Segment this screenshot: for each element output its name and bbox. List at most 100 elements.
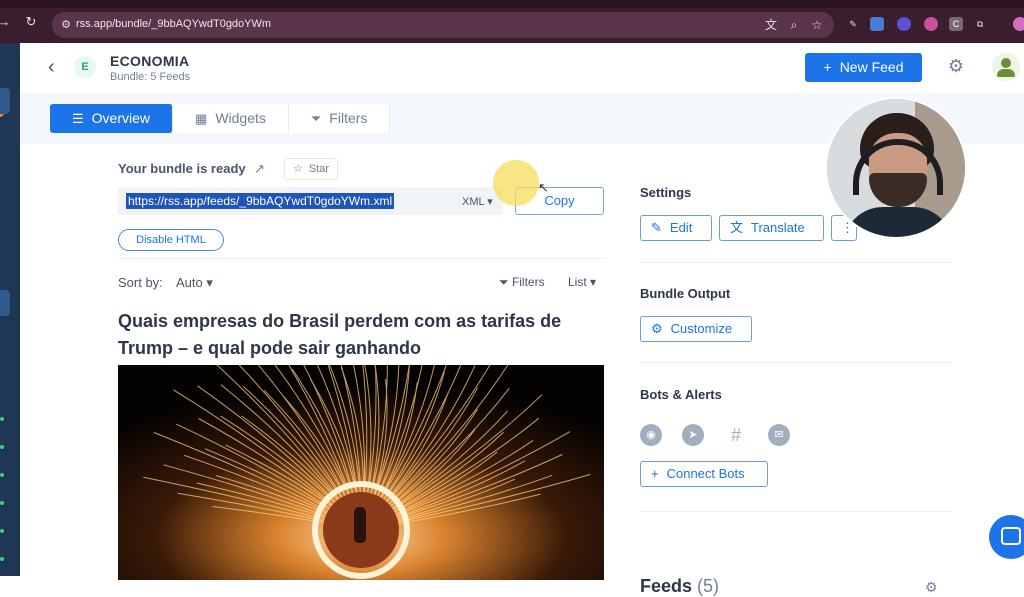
divider: [118, 258, 606, 259]
steel-wool-photo: [118, 365, 604, 580]
customize-button[interactable]: ⚙ Customize: [640, 316, 752, 342]
tab-widgets[interactable]: ▦ Widgets: [173, 104, 289, 133]
email-icon[interactable]: ✉: [768, 424, 790, 446]
mouse-cursor-icon: ↖: [538, 180, 549, 195]
translate-label: Translate: [751, 220, 805, 235]
star-icon: ☆: [293, 163, 303, 175]
bookmark-star-icon[interactable]: ☆: [809, 17, 825, 33]
star-button[interactable]: ☆ Star: [284, 158, 338, 180]
feed-url-field[interactable]: https://rss.app/feeds/_9bbAQYwdT0gdoYWm.…: [118, 187, 503, 215]
feeds-count: (5): [697, 576, 720, 596]
pen-extension-icon[interactable]: ✎: [846, 17, 860, 31]
page-title: ECONOMIA: [110, 53, 190, 69]
status-dot: [0, 417, 4, 421]
sort-select[interactable]: Auto ▾: [176, 275, 213, 291]
sort-value: Auto: [176, 275, 203, 290]
star-label: Star: [308, 163, 330, 175]
translate-icon: 文: [730, 220, 744, 235]
funnel-icon: ⏷: [310, 111, 322, 126]
connect-bots-label: Connect Bots: [666, 466, 745, 481]
extension-icon[interactable]: [897, 17, 911, 31]
edit-label: Edit: [669, 220, 693, 235]
browser-tab-strip: [0, 0, 1024, 8]
tab-label: Widgets: [215, 110, 266, 126]
bundle-badge: E: [74, 56, 96, 78]
funnel-icon: ⏷: [499, 275, 512, 289]
back-icon[interactable]: →: [0, 14, 12, 30]
chevron-left-icon[interactable]: ‹: [48, 57, 64, 77]
settings-title: Settings: [640, 185, 692, 200]
feeds-title: Feeds (5): [640, 576, 719, 597]
view-select[interactable]: List ▾: [568, 275, 596, 289]
chat-bubble-button[interactable]: [989, 515, 1024, 559]
avatar-head: [1001, 58, 1011, 68]
divider: [640, 262, 952, 263]
slack-icon[interactable]: #: [725, 424, 747, 446]
tab-filters[interactable]: ⏷ Filters: [289, 104, 391, 133]
bots-alerts-title: Bots & Alerts: [640, 387, 722, 402]
pencil-icon: ✎: [651, 220, 662, 235]
translate-button[interactable]: 文 Translate: [719, 215, 824, 241]
filters-label: Filters: [511, 275, 545, 289]
format-select[interactable]: XML ▾: [462, 195, 493, 208]
gear-icon: ⚙: [651, 321, 663, 336]
chat-icon: [1001, 527, 1021, 545]
format-label: XML: [462, 196, 485, 208]
extension-icon[interactable]: [924, 17, 938, 31]
reload-icon[interactable]: ↻: [23, 14, 39, 30]
new-feed-label: New Feed: [839, 59, 904, 75]
webcam-overlay: [825, 97, 967, 239]
rss-app: ‹ E ECONOMIA Bundle: 5 Feeds + New Feed ⚙…: [20, 43, 1024, 596]
disable-html-button[interactable]: Disable HTML: [118, 229, 224, 251]
tab-overview[interactable]: ☰ Overview: [50, 104, 174, 133]
site-settings-icon[interactable]: ⚙: [58, 17, 74, 33]
edit-button[interactable]: ✎ Edit: [640, 215, 712, 241]
divider: [640, 362, 952, 363]
outer-sidebar: [0, 43, 20, 576]
filters-button[interactable]: ⏷ Filters: [499, 275, 545, 290]
avatar-body: [997, 69, 1015, 77]
translate-icon[interactable]: 文: [763, 17, 779, 33]
new-feed-button[interactable]: + New Feed: [805, 53, 922, 82]
rail-item[interactable]: [0, 290, 10, 316]
article-image[interactable]: [118, 365, 604, 580]
tabs: ☰ Overview ▦ Widgets ⏷ Filters: [50, 104, 391, 133]
gear-icon[interactable]: ⚙: [925, 579, 938, 596]
puzzle-icon[interactable]: ⧉: [973, 17, 987, 31]
page-header: ‹ E ECONOMIA Bundle: 5 Feeds + New Feed ⚙: [20, 43, 1024, 93]
status-dot: [0, 529, 4, 533]
connect-bots-button[interactable]: + Connect Bots: [640, 461, 768, 487]
status-dot: [0, 557, 4, 561]
feed-url-text[interactable]: https://rss.app/feeds/_9bbAQYwdT0gdoYWm.…: [126, 193, 395, 209]
address-bar[interactable]: ⚙ rss.app/bundle/_9bbAQYwdT0gdoYWm 文 ⌕ ☆: [52, 12, 834, 38]
customize-label: Customize: [670, 321, 733, 336]
lines-icon: ☰: [72, 111, 84, 126]
grid-icon: ▦: [195, 111, 208, 126]
external-link-icon[interactable]: ↗: [254, 161, 265, 177]
avatar[interactable]: [992, 53, 1020, 81]
divider: [640, 511, 952, 512]
gear-icon[interactable]: ⚙: [946, 56, 966, 76]
sort-label: Sort by:: [118, 275, 163, 290]
view-label: List: [568, 275, 587, 289]
bundle-output-title: Bundle Output: [640, 286, 731, 301]
zoom-icon[interactable]: ⌕: [786, 17, 802, 33]
browser-toolbar: → ↻ ⚙ rss.app/bundle/_9bbAQYwdT0gdoYWm 文…: [0, 0, 1024, 43]
page-subtitle: Bundle: 5 Feeds: [110, 71, 191, 83]
bundle-ready-label: Your bundle is ready: [118, 161, 246, 176]
feeds-title-text: Feeds: [640, 576, 693, 596]
extension-icon[interactable]: [870, 17, 884, 31]
plus-icon: +: [651, 466, 659, 481]
article-title[interactable]: Quais empresas do Brasil perdem com as t…: [118, 308, 588, 362]
telegram-icon[interactable]: ➤: [682, 424, 704, 446]
address-url[interactable]: rss.app/bundle/_9bbAQYwdT0gdoYWm: [76, 18, 271, 30]
extension-icon[interactable]: C: [949, 17, 963, 31]
status-dot: [0, 501, 4, 505]
tab-label: Filters: [329, 110, 368, 126]
rail-item[interactable]: [0, 88, 10, 114]
status-dot: [0, 445, 4, 449]
status-dot: [0, 473, 4, 477]
discord-icon[interactable]: ◉: [640, 424, 662, 446]
tab-label: Overview: [91, 110, 151, 126]
profile-icon[interactable]: [1013, 17, 1024, 31]
